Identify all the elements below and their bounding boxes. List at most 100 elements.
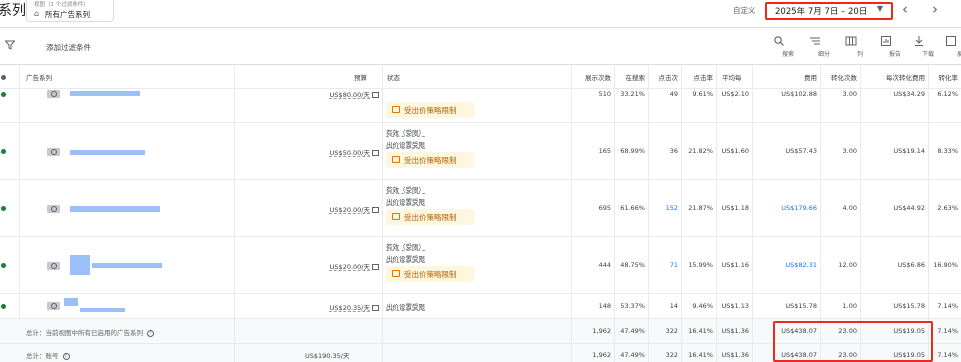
total-impressions: 1,962 bbox=[572, 319, 615, 343]
campaign-name-redacted[interactable] bbox=[70, 255, 90, 275]
conv-rate-value: 7.14% bbox=[937, 302, 958, 310]
budget-value[interactable]: US$80.00/天 bbox=[330, 89, 379, 99]
segment-tool-label: 细分 bbox=[817, 51, 830, 58]
status-dot-enabled[interactable] bbox=[1, 206, 6, 211]
col-budget[interactable]: 预算 bbox=[235, 66, 383, 88]
help-icon[interactable]: ? bbox=[147, 329, 154, 337]
col-conv-rate[interactable]: 转化率 bbox=[929, 66, 961, 88]
bid-strategy-limited-chip[interactable]: 受出价策略限制 bbox=[386, 266, 474, 282]
warning-icon bbox=[392, 106, 400, 113]
bid-strategy-limited-chip[interactable]: 受出价策略限制 bbox=[386, 102, 474, 118]
campaign-name-redacted[interactable] bbox=[70, 91, 140, 96]
view-selector[interactable]: 视图（1 个过滤条件） ⌂ 所有广告系列 bbox=[26, 0, 114, 22]
conversions-value: 3.00 bbox=[821, 123, 861, 179]
filter-icon[interactable] bbox=[5, 40, 15, 50]
clicks-value: 49 bbox=[649, 89, 682, 122]
search-campaign-icon bbox=[47, 302, 60, 310]
col-clicks[interactable]: 点击次 bbox=[649, 66, 682, 88]
status-dot-enabled[interactable] bbox=[1, 304, 6, 309]
status-detail[interactable]: 出价设置受限 bbox=[386, 139, 425, 149]
total-search-share: 47.49% bbox=[615, 344, 649, 362]
col-avg-cpc[interactable]: 平均每 bbox=[717, 66, 753, 88]
status-text[interactable]: 有效（受限） bbox=[386, 127, 425, 137]
status-dot-enabled[interactable] bbox=[1, 92, 6, 97]
total-budget bbox=[235, 319, 383, 343]
home-icon: ⌂ bbox=[34, 9, 40, 18]
budget-chart-icon[interactable] bbox=[372, 207, 379, 213]
chevron-right-icon[interactable]: › bbox=[932, 0, 938, 18]
ctr-value: 9.61% bbox=[682, 89, 717, 122]
campaign-name-redacted[interactable] bbox=[70, 150, 145, 155]
columns-icon bbox=[845, 36, 857, 46]
warning-icon bbox=[392, 156, 400, 163]
impressions-value: 165 bbox=[572, 123, 615, 179]
status-detail[interactable]: 出价设置受限 bbox=[386, 253, 425, 263]
cost-per-conv-value: US$34.29 bbox=[861, 89, 929, 122]
date-range-picker[interactable]: 2025年 7月 7日 – 20日 ▼ bbox=[765, 2, 893, 20]
col-campaign[interactable]: 广告系列 bbox=[20, 66, 235, 88]
col-cost-per-conv[interactable]: 每次转化费用 bbox=[861, 66, 929, 88]
clicks-value[interactable]: 152 bbox=[649, 180, 682, 236]
chevron-left-icon[interactable]: ‹ bbox=[902, 0, 908, 18]
status-detail[interactable]: 出价设置受限 bbox=[386, 301, 425, 311]
report-tool-button[interactable]: 报告 bbox=[880, 35, 910, 58]
bid-strategy-limited-chip[interactable]: 受出价策略限制 bbox=[386, 209, 474, 225]
search-tool-button[interactable]: 搜索 bbox=[773, 35, 803, 58]
status-detail[interactable]: 出价设置受限 bbox=[386, 196, 425, 206]
budget-value[interactable]: US$20.00/天 bbox=[330, 204, 379, 214]
ctr-value: 21.82% bbox=[682, 123, 717, 179]
budget-value[interactable]: US$50.00/天 bbox=[330, 147, 379, 157]
budget-chart-icon[interactable] bbox=[372, 264, 379, 270]
status-dot-enabled[interactable] bbox=[1, 149, 6, 154]
campaign-name-redacted[interactable] bbox=[92, 263, 162, 268]
col-conversions[interactable]: 转化次数 bbox=[821, 66, 861, 88]
search-campaign-icon bbox=[47, 90, 60, 98]
search-share-value: 33.21% bbox=[615, 89, 649, 122]
campaign-name-redacted[interactable] bbox=[70, 206, 160, 212]
custom-range-label: 自定义 bbox=[733, 6, 756, 15]
budget-chart-icon[interactable] bbox=[372, 150, 379, 156]
budget-value[interactable]: US$20.35/天 bbox=[330, 302, 379, 312]
campaign-name-redacted[interactable] bbox=[80, 308, 125, 312]
status-text[interactable]: 有效（受限） bbox=[386, 241, 425, 251]
col-ctr[interactable]: 点击率 bbox=[682, 66, 717, 88]
col-search-share[interactable]: 在搜索 bbox=[615, 66, 649, 88]
expand-tool-button[interactable]: 展 bbox=[945, 35, 961, 58]
status-dot-enabled[interactable] bbox=[1, 263, 6, 268]
total-conv-rate: 7.14% bbox=[937, 350, 958, 359]
cost-value[interactable]: US$179.66 bbox=[753, 180, 821, 236]
budget-chart-icon[interactable] bbox=[372, 92, 379, 98]
status-text[interactable]: 有效（受限） bbox=[386, 184, 425, 194]
status-dot-header[interactable] bbox=[1, 75, 6, 80]
col-cost[interactable]: 费用 bbox=[753, 66, 821, 88]
bid-strategy-limited-chip[interactable]: 受出价策略限制 bbox=[386, 152, 474, 168]
total-clicks: 322 bbox=[649, 319, 682, 343]
total-clicks: 322 bbox=[649, 344, 682, 362]
total-avg-cpc: US$1.36 bbox=[717, 344, 753, 362]
budget-value[interactable]: US$20.00/天 bbox=[330, 261, 379, 271]
page-title: 系列 bbox=[0, 3, 26, 19]
avg-cpc-value: US$1.18 bbox=[717, 180, 753, 236]
col-status[interactable]: 状态 bbox=[383, 66, 572, 88]
search-share-value: 48.75% bbox=[615, 237, 649, 293]
clicks-value[interactable]: 71 bbox=[649, 237, 682, 293]
download-tool-button[interactable]: 下载 bbox=[913, 35, 943, 58]
conv-rate-value: 8.33% bbox=[937, 147, 958, 155]
impressions-value: 148 bbox=[572, 294, 615, 318]
campaign-cell bbox=[20, 237, 235, 293]
cost-per-conv-value: US$6.86 bbox=[861, 237, 929, 293]
budget-chart-icon[interactable] bbox=[372, 305, 379, 311]
col-impressions[interactable]: 展示次数 bbox=[572, 66, 615, 88]
columns-tool-label: 列 bbox=[856, 51, 863, 58]
help-icon[interactable]: ? bbox=[62, 352, 70, 360]
view-name: 所有广告系列 bbox=[45, 10, 90, 19]
impressions-value: 444 bbox=[572, 237, 615, 293]
segment-tool-button[interactable]: 细分 bbox=[809, 35, 839, 58]
ctr-value: 15.99% bbox=[682, 237, 717, 293]
avg-cpc-value: US$1.13 bbox=[717, 294, 753, 318]
campaign-cell bbox=[20, 294, 235, 318]
columns-tool-button[interactable]: 列 bbox=[845, 35, 875, 58]
add-filter-button[interactable]: 添加过滤条件 bbox=[46, 42, 91, 53]
cost-value[interactable]: US$82.31 bbox=[753, 237, 821, 293]
campaign-name-redacted[interactable] bbox=[64, 298, 78, 306]
